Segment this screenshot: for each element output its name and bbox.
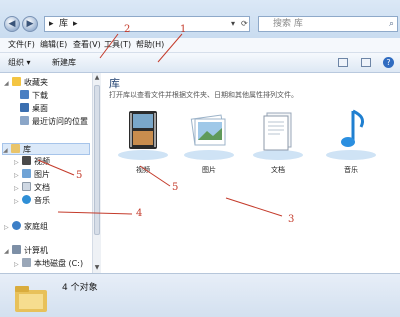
annotation-label-1: 1	[180, 24, 187, 35]
nav-computer-label: 计算机	[24, 246, 48, 255]
nav-favorites-label: 收藏夹	[24, 78, 48, 87]
nav-item-label: 视频	[34, 157, 50, 166]
preview-pane-icon[interactable]	[361, 58, 371, 67]
nav-libraries[interactable]: ◢ 库	[2, 143, 90, 155]
library-tile-documents[interactable]: 文档	[250, 105, 306, 174]
documents-library-icon	[253, 112, 303, 160]
address-segment-library[interactable]: 库	[59, 17, 68, 31]
nav-item-recent[interactable]: 最近访问的位置	[20, 116, 88, 128]
nav-item-videos[interactable]: ▷ 视频	[14, 156, 50, 168]
library-tile-label: 视频	[136, 166, 150, 174]
nav-item-label: 音乐	[34, 196, 50, 205]
nav-item-label: 本地磁盘 (C:)	[34, 259, 84, 268]
nav-item-music[interactable]: ▷ 音乐	[14, 195, 50, 207]
nav-item-label: 桌面	[32, 104, 48, 113]
menu-tools[interactable]: 工具(T)	[104, 38, 131, 52]
search-placeholder: 搜索 库	[273, 19, 303, 29]
annotation-label-2: 2	[124, 24, 131, 35]
video-library-icon	[118, 111, 168, 160]
nav-item-downloads[interactable]: 下载	[20, 90, 48, 102]
new-library-button[interactable]: 新建库	[52, 53, 76, 72]
drive-icon	[22, 258, 31, 267]
desktop-icon	[20, 103, 29, 112]
menu-bar: 文件(F) 编辑(E) 查看(V) 工具(T) 帮助(H)	[0, 38, 400, 53]
nav-item-label: 最近访问的位置	[32, 117, 88, 126]
nav-favorites[interactable]: ◢ 收藏夹	[4, 77, 48, 89]
pictures-icon	[22, 169, 31, 178]
library-tile-pictures[interactable]: 图片	[181, 105, 237, 174]
nav-item-local-disk[interactable]: ▷ 本地磁盘 (C:)	[14, 258, 83, 270]
scroll-up-icon[interactable]: ▲	[93, 74, 101, 82]
nav-item-pictures[interactable]: ▷ 图片	[14, 169, 50, 181]
library-tile-label: 图片	[202, 166, 216, 174]
library-icon	[11, 144, 20, 153]
address-dropdown-icon[interactable]: ▾	[231, 17, 235, 31]
details-pane: 4 个对象	[0, 273, 400, 317]
video-icon	[22, 156, 31, 165]
refresh-icon[interactable]: ⟳	[241, 17, 248, 31]
menu-help[interactable]: 帮助(H)	[136, 38, 164, 52]
star-icon	[12, 77, 21, 86]
library-tile-music[interactable]: 音乐	[323, 105, 379, 174]
nav-item-documents[interactable]: ▷ 文档	[14, 182, 50, 194]
annotation-label-5b: 5	[172, 182, 179, 193]
nav-scrollbar[interactable]: ▲ ▼	[92, 73, 101, 273]
search-input[interactable]: 搜索 库 ⌕	[258, 16, 398, 32]
scroll-down-icon[interactable]: ▼	[93, 264, 101, 272]
menu-file[interactable]: 文件(F)	[8, 38, 35, 52]
menu-view[interactable]: 查看(V)	[73, 38, 101, 52]
item-count: 4 个对象	[62, 283, 98, 293]
library-tile-videos[interactable]: 视频	[115, 105, 171, 174]
annotation-label-5a: 5	[76, 170, 83, 181]
address-bar[interactable]: ▸ 库 ▸ ▾ ⟳	[44, 16, 250, 32]
page-title: 库	[109, 77, 120, 90]
forward-button[interactable]: ▶	[22, 16, 38, 32]
organize-button[interactable]: 组织 ▾	[8, 53, 31, 72]
view-options-icon[interactable]	[338, 58, 348, 67]
computer-icon	[12, 245, 21, 254]
explorer-window: ◀ ▶ ▸ 库 ▸ ▾ ⟳ 搜索 库 ⌕ 文件(F) 编辑(E) 查看(V) 工…	[0, 0, 400, 317]
back-button[interactable]: ◀	[4, 16, 20, 32]
downloads-icon	[20, 90, 29, 99]
address-row: ◀ ▶ ▸ 库 ▸ ▾ ⟳ 搜索 库 ⌕	[0, 0, 400, 38]
content-pane: 库 打开库以查看文件并根据文件夹、日期和其他属性排列文件。 视频 图片 文档 音…	[101, 73, 400, 273]
nav-item-label: 文档	[34, 183, 50, 192]
pictures-library-icon	[184, 114, 234, 160]
address-chevron-icon[interactable]: ▸	[49, 17, 54, 31]
search-icon[interactable]: ⌕	[389, 17, 394, 31]
nav-homegroup-label: 家庭组	[24, 222, 48, 231]
library-folder-icon	[15, 286, 47, 312]
toolbar: 组织 ▾ 新建库 ?	[0, 53, 400, 73]
recent-places-icon	[20, 116, 29, 125]
scroll-thumb[interactable]	[94, 85, 100, 235]
library-description: 打开库以查看文件并根据文件夹、日期和其他属性排列文件。	[109, 91, 298, 99]
music-library-icon	[326, 109, 376, 160]
help-icon[interactable]: ?	[383, 57, 394, 68]
music-icon	[22, 195, 31, 204]
nav-libraries-label: 库	[23, 145, 31, 154]
library-tile-label: 音乐	[344, 166, 358, 174]
annotation-label-3: 3	[288, 214, 295, 225]
nav-item-label: 下载	[32, 91, 48, 100]
nav-computer[interactable]: ◢ 计算机	[4, 245, 48, 257]
homegroup-icon	[12, 221, 21, 230]
menu-edit[interactable]: 编辑(E)	[40, 38, 67, 52]
annotation-label-4: 4	[136, 208, 143, 219]
nav-item-label: 图片	[34, 170, 50, 179]
documents-icon	[22, 182, 31, 191]
library-tile-label: 文档	[271, 166, 285, 174]
nav-item-desktop[interactable]: 桌面	[20, 103, 48, 115]
nav-homegroup[interactable]: ▷ 家庭组	[4, 221, 48, 233]
address-chevron-icon[interactable]: ▸	[73, 17, 78, 31]
